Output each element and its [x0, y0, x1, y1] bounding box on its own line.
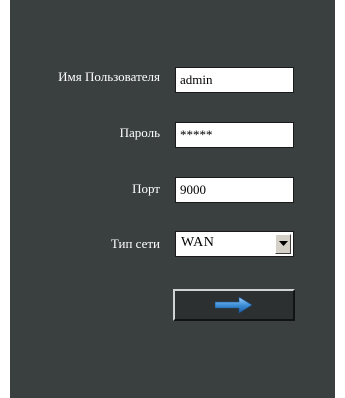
triangle-down-icon — [279, 241, 288, 246]
network-type-value: WAN — [181, 235, 215, 250]
login-panel: Имя Пользователя Пароль Порт Тип сети WA… — [10, 0, 335, 398]
password-input[interactable] — [175, 122, 294, 148]
password-label: Пароль — [119, 125, 160, 140]
network-type-label: Тип сети — [110, 236, 160, 251]
dropdown-button[interactable] — [275, 234, 291, 254]
username-input[interactable] — [175, 67, 294, 93]
port-input[interactable] — [175, 177, 294, 203]
username-label: Имя Пользователя — [58, 69, 160, 84]
right-arrow-icon — [215, 297, 253, 313]
port-label: Порт — [132, 181, 160, 196]
network-type-select[interactable]: WAN — [175, 231, 294, 257]
submit-button[interactable] — [173, 289, 295, 321]
